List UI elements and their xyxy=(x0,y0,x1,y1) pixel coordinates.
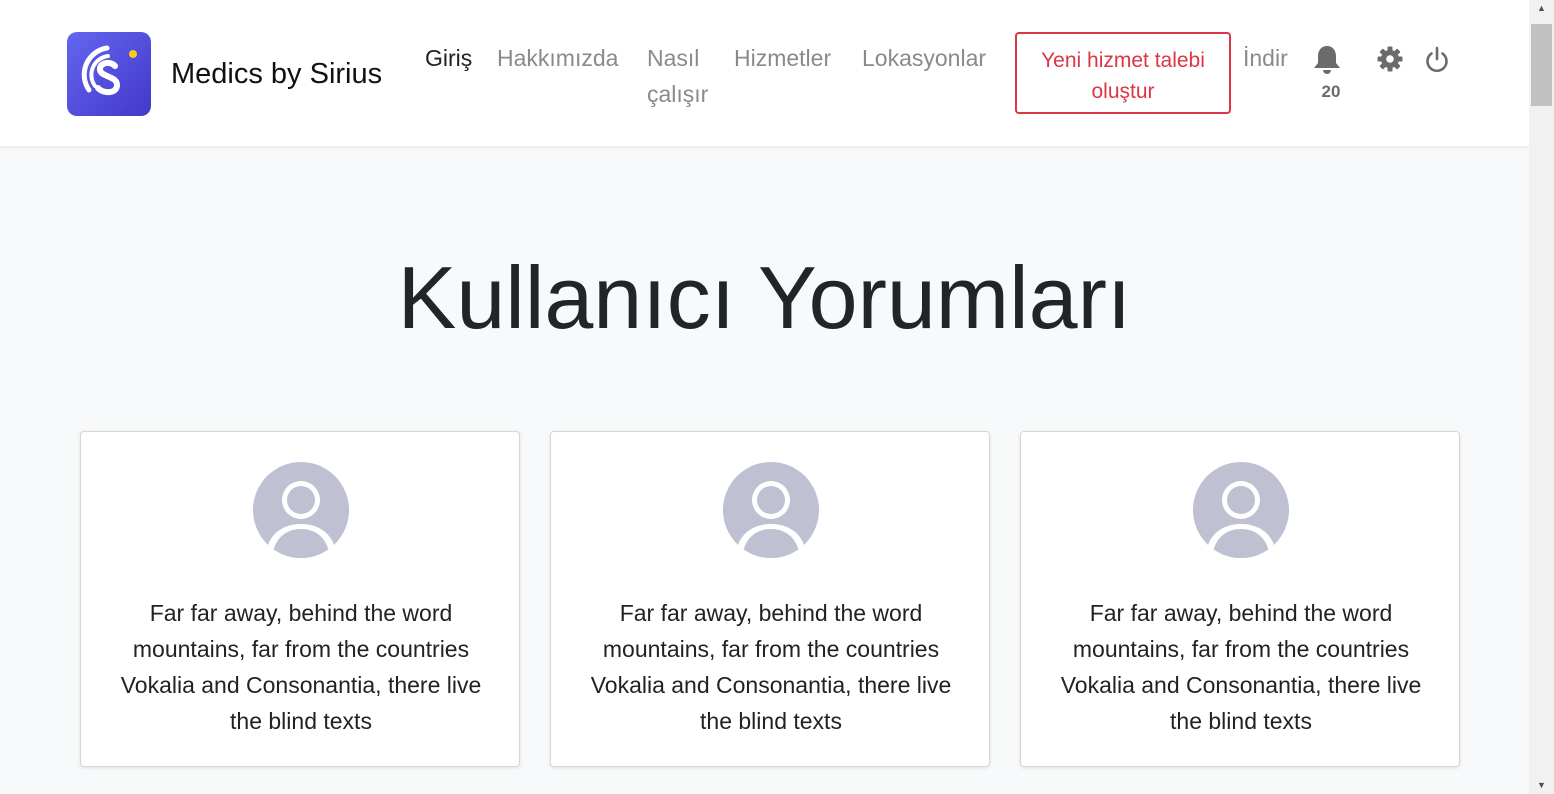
vertical-scrollbar[interactable]: ▲ ▼ xyxy=(1529,0,1554,794)
brand-name[interactable]: Medics by Sirius xyxy=(171,56,382,92)
notification-count: 20 xyxy=(1321,82,1341,101)
testimonial-card: Far far away, behind the word mountains,… xyxy=(80,431,520,767)
testimonial-text: Far far away, behind the word mountains,… xyxy=(120,600,482,734)
testimonial-text: Far far away, behind the word mountains,… xyxy=(590,600,952,734)
nav-link-hizmetler[interactable]: Hizmetler xyxy=(734,40,831,76)
nav-link-hakkimizda[interactable]: Hakkımızda xyxy=(497,40,618,76)
power-icon[interactable] xyxy=(1424,46,1450,79)
scroll-thumb[interactable] xyxy=(1531,24,1552,106)
testimonial-card: Far far away, behind the word mountains,… xyxy=(1020,431,1460,767)
scroll-up-arrow-icon[interactable]: ▲ xyxy=(1529,0,1554,17)
gear-icon[interactable] xyxy=(1377,46,1403,77)
page: Medics by Sirius Giriş Hakkımızda Nasıl … xyxy=(0,0,1529,794)
user-avatar-icon xyxy=(253,462,349,558)
testimonial-text: Far far away, behind the word mountains,… xyxy=(1060,600,1422,734)
nav-link-giris[interactable]: Giriş xyxy=(425,40,472,76)
new-service-request-button[interactable]: Yeni hizmet talebi oluştur xyxy=(1015,32,1231,114)
section-title: Kullanıcı Yorumları xyxy=(397,248,1132,347)
user-avatar-icon xyxy=(1193,462,1289,558)
user-avatar-icon xyxy=(723,462,819,558)
navbar: Medics by Sirius Giriş Hakkımızda Nasıl … xyxy=(0,0,1529,146)
sirius-logo-icon[interactable] xyxy=(67,32,151,116)
nav-link-lokasyonlar[interactable]: Lokasyonlar xyxy=(862,40,986,76)
testimonial-card: Far far away, behind the word mountains,… xyxy=(550,431,990,767)
bell-icon[interactable] xyxy=(1313,44,1341,79)
nav-link-nasil-calisir[interactable]: Nasıl çalışır xyxy=(647,40,727,112)
scroll-down-arrow-icon[interactable]: ▼ xyxy=(1529,777,1554,794)
nav-link-indir[interactable]: İndir xyxy=(1243,40,1288,76)
